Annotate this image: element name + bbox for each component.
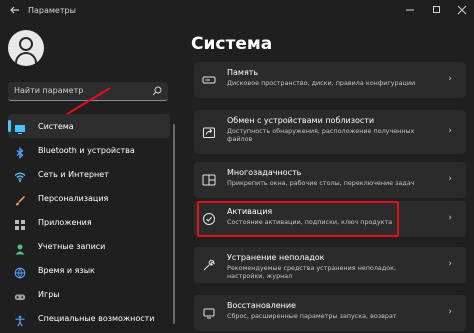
- system-display-icon: [14, 120, 26, 134]
- sidebar-item-network[interactable]: Сеть и Интернет: [8, 162, 170, 186]
- gamepad-icon: [14, 288, 26, 300]
- title-bar: Параметры: [0, 0, 474, 22]
- sidebar-item-accounts[interactable]: Учетные записи: [8, 234, 170, 258]
- card-title: Обмен с устройствами поблизости: [227, 116, 375, 125]
- card-title: Память: [227, 68, 259, 77]
- chevron-right-icon: ›: [448, 126, 452, 136]
- brush-icon: [14, 192, 26, 206]
- chevron-right-icon: ›: [448, 74, 452, 84]
- card-storage[interactable]: Память Дисковое пространство, диски, пра…: [194, 62, 466, 98]
- sidebar-item-label: Учетные записи: [38, 241, 106, 251]
- sidebar-item-apps[interactable]: Приложения: [8, 210, 170, 234]
- close-button[interactable]: [452, 2, 472, 18]
- wifi-icon: [14, 168, 26, 182]
- account-icon: [14, 240, 26, 255]
- card-description: Доступность обнаружения, расположение по…: [227, 127, 415, 143]
- chevron-right-icon: ›: [448, 213, 452, 223]
- card-description: Дисковое пространство, диски, правила ко…: [227, 79, 416, 87]
- card-title: Многозадачность: [227, 168, 302, 177]
- multitask-icon: [202, 174, 216, 186]
- sidebar-item-label: Сеть и Интернет: [38, 169, 109, 179]
- avatar[interactable]: [8, 30, 44, 66]
- globe-icon: [14, 264, 26, 279]
- sidebar-item-time-language[interactable]: Время и язык: [8, 258, 170, 282]
- window-title: Параметры: [28, 6, 76, 15]
- recovery-icon: [203, 308, 215, 319]
- card-description: Сброс, расширенные параметры запуска, во…: [227, 312, 397, 320]
- wrench-icon: [203, 259, 215, 271]
- sidebar-nav: Система Bluetooth и устройства Сеть и Ин…: [0, 114, 175, 330]
- page-title: Система: [191, 34, 273, 54]
- sidebar-item-gaming[interactable]: Игры: [8, 282, 170, 306]
- bluetooth-icon: [14, 144, 26, 159]
- card-description: Рекомендуемые средства устранения непола…: [227, 264, 397, 280]
- card-multitasking[interactable]: Многозадачность Прикрепить окна, рабочие…: [194, 162, 466, 198]
- chevron-right-icon: ›: [448, 174, 452, 184]
- chevron-right-icon: ›: [448, 259, 452, 269]
- card-recovery[interactable]: Восстановление Сброс, расширенные параме…: [194, 295, 466, 331]
- accessibility-icon: [14, 312, 26, 327]
- active-indicator: [8, 120, 11, 132]
- activation-highlight-box: [197, 201, 399, 237]
- apps-icon: [14, 216, 26, 230]
- sidebar-item-accessibility[interactable]: Специальные возможности: [8, 306, 170, 330]
- sidebar-item-label: Время и язык: [38, 265, 95, 275]
- share-icon: [203, 127, 215, 138]
- sidebar-item-label: Игры: [38, 289, 60, 299]
- card-title: Устранение неполадок: [227, 253, 325, 262]
- sidebar-item-label: Персонализация: [38, 193, 109, 203]
- sidebar-item-label: Приложения: [38, 217, 92, 227]
- sidebar-item-system[interactable]: Система: [8, 114, 170, 138]
- card-troubleshoot[interactable]: Устранение неполадок Рекомендуемые средс…: [194, 247, 466, 283]
- minimize-button[interactable]: [400, 2, 420, 18]
- sidebar-item-personalization[interactable]: Персонализация: [8, 186, 170, 210]
- sidebar-item-bluetooth[interactable]: Bluetooth и устройства: [8, 138, 170, 162]
- card-nearby-sharing[interactable]: Обмен с устройствами поблизости Доступно…: [194, 110, 466, 154]
- search-icon: [152, 86, 162, 96]
- sidebar-item-label: Система: [38, 121, 74, 131]
- sidebar-item-label: Специальные возможности: [38, 313, 155, 323]
- chevron-right-icon: ›: [448, 307, 452, 317]
- sidebar-scrollbar[interactable]: [173, 124, 175, 324]
- maximize-button[interactable]: [426, 2, 446, 18]
- storage-icon: [202, 76, 216, 84]
- card-description: Прикрепить окна, рабочие столы, переключ…: [227, 179, 415, 187]
- back-arrow-icon[interactable]: [8, 4, 22, 18]
- sidebar-item-label: Bluetooth и устройства: [38, 145, 135, 155]
- card-title: Восстановление: [227, 301, 296, 310]
